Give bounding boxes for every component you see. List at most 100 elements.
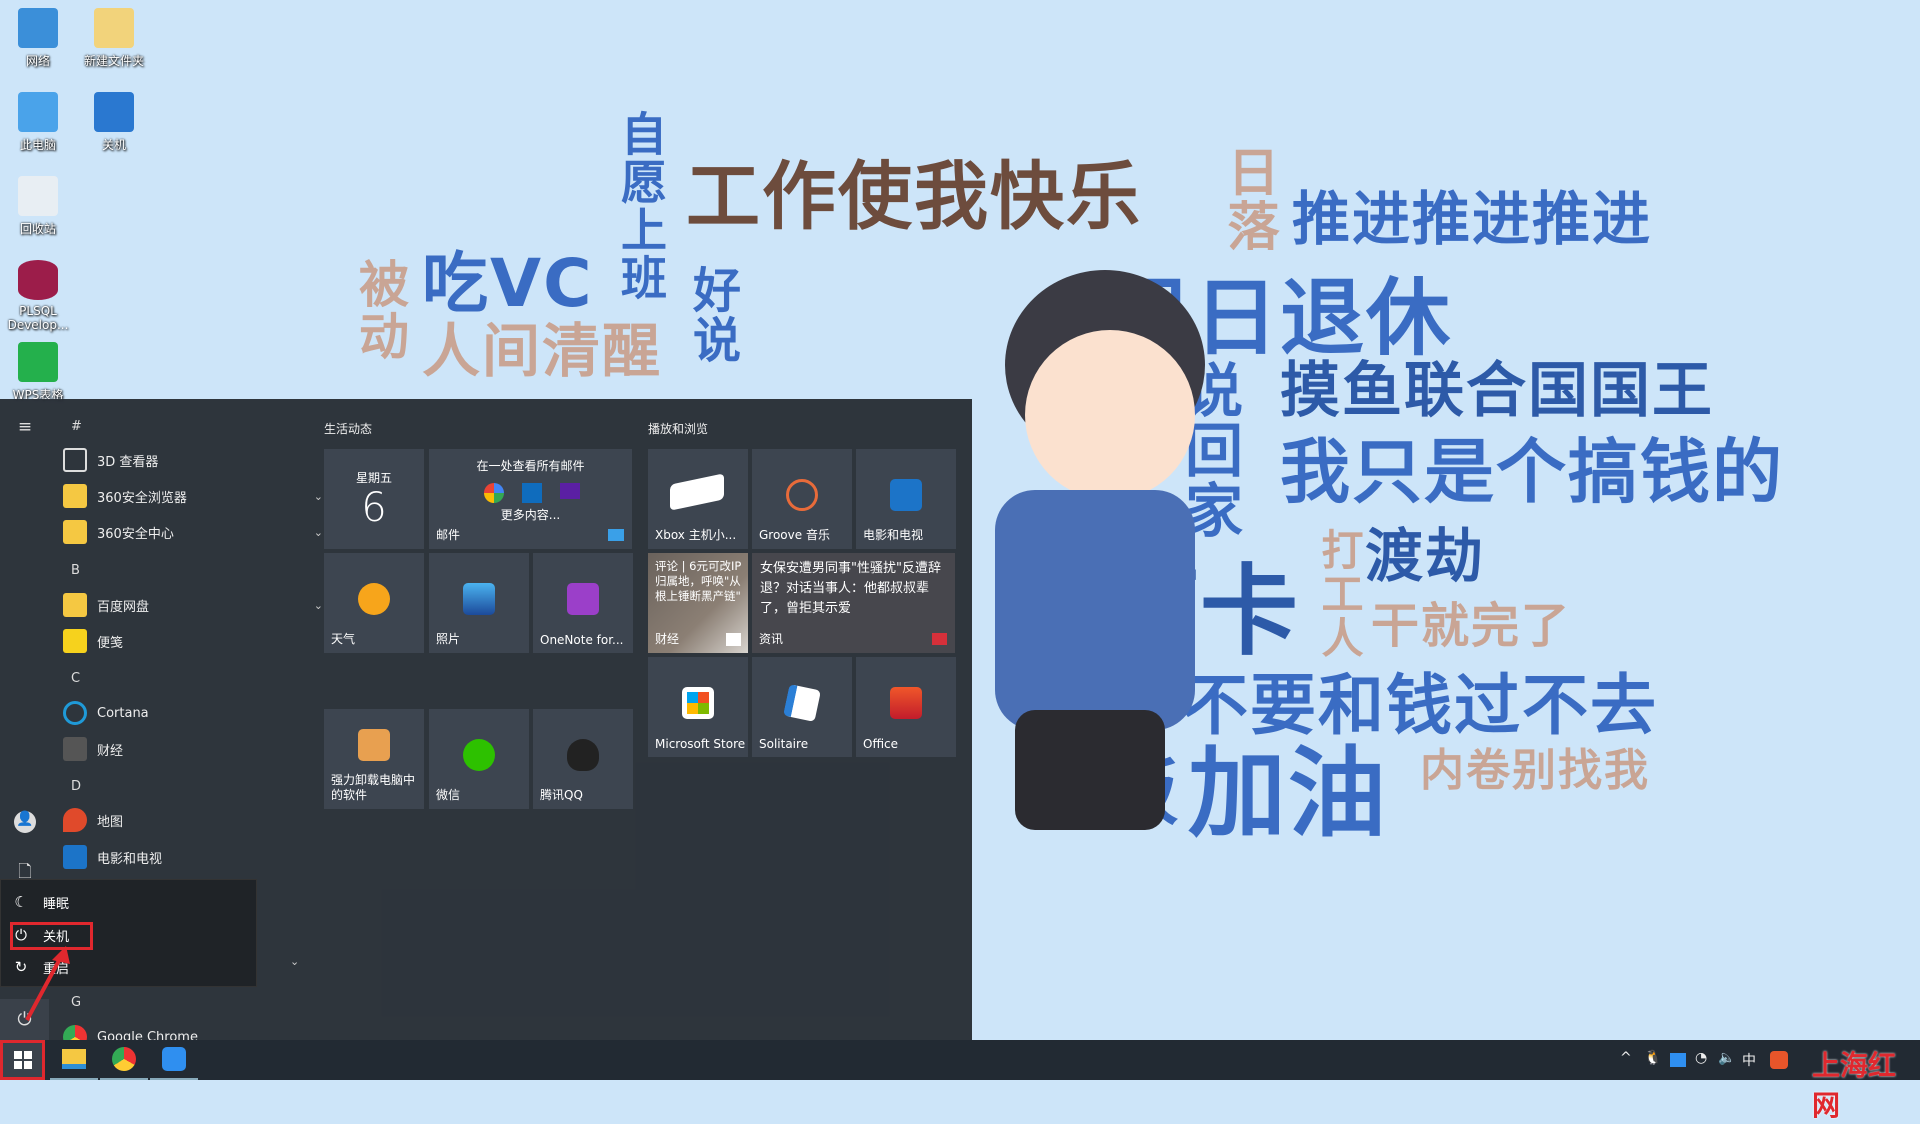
tile-photos[interactable]: 照片 [429,553,529,653]
tile-label: 照片 [436,632,461,646]
desktop-icon-plsql[interactable]: PLSQL Develop... [0,260,76,332]
taskbar-wps[interactable] [150,1040,198,1080]
hamburger-menu-icon[interactable]: ≡ [12,417,38,437]
folder-icon [94,8,134,48]
tile-wechat[interactable]: 微信 [429,709,529,809]
wallpaper-text: 推进推进推进 [1292,185,1653,253]
sticky-notes-icon [63,629,87,653]
app-sticky-notes[interactable]: 便笺 [63,625,313,657]
app-finance[interactable]: 财经 [63,733,313,765]
shortcut-icon [94,92,134,132]
chrome-icon [112,1047,136,1071]
show-hidden-icons-chevron[interactable]: ^ [1620,1050,1632,1066]
onenote-icon [567,583,599,615]
groove-music-icon [786,479,818,511]
cortana-icon [63,701,87,725]
chevron-down-icon[interactable]: ⌄ [314,490,323,503]
monitor-tray-icon[interactable] [1670,1053,1686,1067]
tile-weather[interactable]: 天气 [324,553,424,653]
tile-label: 邮件 [436,528,461,542]
wps-icon [162,1047,186,1071]
tile-finance-news[interactable]: 评论 | 6元可改IP归属地，呼唤"从根上锤断黑产链" 财经 [648,553,748,653]
tile-label: 电影和电视 [863,528,924,542]
annotation-arrow [25,946,70,1021]
group-title[interactable]: 播放和浏览 [648,420,708,437]
wallpaper-text: 干就完了 [1371,598,1572,654]
app-360-browser[interactable]: 360安全浏览器 ⌄ [63,480,323,512]
wallpaper-text: 工作使我快乐 [686,154,1142,240]
finance-icon [726,633,741,646]
chevron-down-icon[interactable]: ⌄ [314,599,323,612]
desktop-icon-shutdown[interactable]: 关机 [76,92,152,153]
outlook-icon [522,483,542,503]
desktop-icon-this-pc[interactable]: 此电脑 [0,92,76,153]
desktop-icon-label: 关机 [101,138,126,152]
mail-more: 更多内容... [500,508,561,522]
tile-label: Groove 音乐 [759,528,830,542]
tile-label: Xbox 主机小... [655,528,737,542]
tile-uninstall[interactable]: 强力卸载电脑中的软件 [324,709,424,809]
chevron-down-icon[interactable]: ⌄ [314,526,323,539]
tile-onenote[interactable]: OneNote for... [533,553,633,653]
sogou-input-icon[interactable] [1770,1051,1788,1069]
wallpaper-text: 加油 [1188,737,1389,851]
tile-label: Solitaire [759,737,809,751]
group-title[interactable]: 生活动态 [324,420,372,437]
taskbar-file-explorer[interactable] [50,1040,98,1080]
desktop-icon-wps[interactable]: WPS表格 [0,342,76,403]
moon-icon: ☾ [14,893,28,911]
desktop-icon-recycle-bin[interactable]: 回收站 [0,176,76,237]
taskbar: ^ 🐧 ◔ 🔈 中 上海红网 [0,1040,1920,1122]
app-360-security[interactable]: 360安全中心 ⌄ [63,516,323,548]
computer-icon [18,92,58,132]
user-avatar-icon[interactable]: 👤 [14,811,36,833]
letter-header[interactable]: D [71,779,81,794]
tile-movies[interactable]: 电影和电视 [856,449,956,549]
qq-tray-icon[interactable]: 🐧 [1644,1050,1661,1066]
app-label: 便笺 [97,635,124,651]
tile-solitaire[interactable]: Solitaire [752,657,852,757]
power-menu-sleep[interactable]: ☾ 睡眠 [11,889,69,915]
volume-icon[interactable]: 🔈 [1718,1050,1735,1066]
letter-header[interactable]: B [71,563,80,578]
app-baidu-netdisk[interactable]: 百度网盘 ⌄ [63,589,323,621]
wifi-icon[interactable]: ◔ [1695,1050,1707,1066]
tile-calendar[interactable]: 星期五 6 [324,449,424,549]
taskbar-chrome[interactable] [100,1040,148,1080]
app-movies-tv[interactable]: 电影和电视 [63,841,313,873]
desktop-icon-network[interactable]: 网络 [0,8,76,69]
chevron-down-icon[interactable]: ⌄ [290,955,299,968]
app-3d-viewer[interactable]: 3D 查看器 [63,444,313,476]
letter-header[interactable]: C [71,671,80,686]
tile-qq[interactable]: 腾讯QQ [533,709,633,809]
tile-groove[interactable]: Groove 音乐 [752,449,852,549]
calendar-date: 6 [361,485,387,531]
tile-news[interactable]: 女保安遭男同事"性骚扰"反遭辞退？对话当事人：他都叔叔辈了，曾拒其示爱 资讯 [752,553,955,653]
app-maps[interactable]: 地图 [63,804,313,836]
weather-icon [358,583,390,615]
movies-icon [63,845,87,869]
app-label: 财经 [97,743,124,759]
ime-indicator[interactable]: 中 [1742,1050,1756,1070]
xbox-console-icon [670,473,724,511]
tile-microsoft-store[interactable]: Microsoft Store [648,657,748,757]
mail-icon [608,529,624,541]
app-cortana[interactable]: Cortana [63,697,313,729]
wallpaper-text: 吃VC [422,245,594,322]
start-button[interactable] [0,1040,45,1080]
movies-icon [890,479,922,511]
finance-icon [63,737,87,761]
tile-label: Office [863,737,899,751]
office-icon [890,687,922,719]
tile-xbox[interactable]: Xbox 主机小... [648,449,748,549]
tile-label: 财经 [655,632,680,646]
app-label: 百度网盘 [97,599,150,615]
wallpaper-text: 好说 [684,265,740,365]
app-label: 电影和电视 [97,851,163,867]
wallpaper-text: 人间清醒 [422,317,663,385]
tile-mail[interactable]: 在一处查看所有邮件 更多内容... 邮件 [429,449,632,549]
letter-header[interactable]: # [71,419,82,434]
tile-office[interactable]: Office [856,657,956,757]
folder-icon [63,593,87,617]
desktop-icon-new-folder[interactable]: 新建文件夹 [76,8,152,69]
